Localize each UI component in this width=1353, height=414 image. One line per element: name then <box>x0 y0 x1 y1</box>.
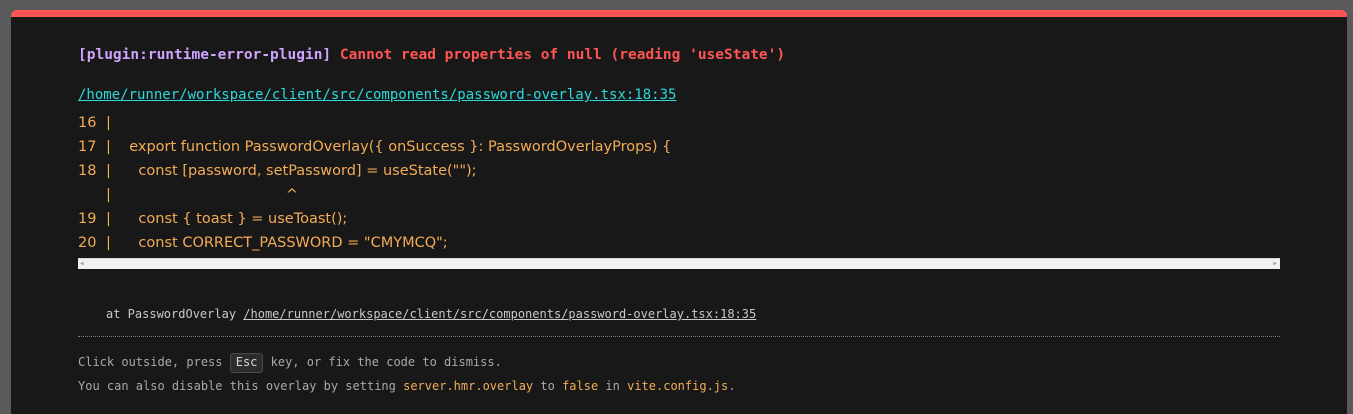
tip-text: in <box>598 379 628 393</box>
code-text: const CORRECT_PASSWORD = "CMYMCQ"; <box>120 235 448 251</box>
line-number: 19 <box>78 211 97 227</box>
plugin-name: [plugin:runtime-error-plugin] <box>78 47 332 63</box>
gutter-bar: | <box>106 235 111 251</box>
code-frame-line: 19 | const { toast } = useToast(); <box>78 207 347 231</box>
config-file: vite.config.js <box>627 379 729 393</box>
gutter-bar: | <box>106 187 111 203</box>
code-text: const { toast } = useToast(); <box>120 211 348 227</box>
error-message: [plugin:runtime-error-plugin] Cannot rea… <box>78 47 785 63</box>
gutter-bar: | <box>106 163 111 179</box>
tip-text: . <box>728 379 736 393</box>
code-frame-horizontal-scrollbar[interactable]: ◀ ▶ <box>78 258 1280 269</box>
error-overlay-window: [plugin:runtime-error-plugin] Cannot rea… <box>11 10 1347 414</box>
stack-file-link[interactable]: /home/runner/workspace/client/src/compon… <box>243 307 756 321</box>
stack-prefix: at PasswordOverlay <box>106 307 244 321</box>
caret-marker: ^ <box>120 187 299 203</box>
tip-text: to <box>533 379 563 393</box>
disable-overlay-tip: You can also disable this overlay by set… <box>78 379 735 393</box>
error-text: Cannot read properties of null (reading … <box>339 47 786 63</box>
scroll-left-arrow-icon[interactable]: ◀ <box>80 260 84 268</box>
code-frame: 16 | 17 | export function PasswordOverlay(… <box>78 111 1280 257</box>
gutter-bar: | <box>106 115 111 131</box>
line-number: 18 <box>78 163 97 179</box>
code-frame-line: 18 | const [password, setPassword] = useS… <box>78 159 477 183</box>
gutter-bar: | <box>106 211 111 227</box>
error-file-link[interactable]: /home/runner/workspace/client/src/compon… <box>78 87 676 103</box>
line-number: 16 <box>78 115 97 131</box>
config-value: false <box>562 379 599 393</box>
esc-key: Esc <box>229 353 264 373</box>
code-text: export function PasswordOverlay({ onSucc… <box>120 139 672 155</box>
code-frame-line: 20 | const CORRECT_PASSWORD = "CMYMCQ"; <box>78 231 448 255</box>
line-number: 20 <box>78 235 97 251</box>
code-frame-line: 17 | export function PasswordOverlay({ on… <box>78 135 671 159</box>
code-frame-line: 16 | <box>78 111 120 135</box>
code-frame-caret-line: | ^ <box>78 183 298 207</box>
gutter-bar: | <box>106 139 111 155</box>
tip-text: You can also disable this overlay by set… <box>78 379 404 393</box>
scroll-right-arrow-icon[interactable]: ▶ <box>1273 260 1277 268</box>
line-number: 17 <box>78 139 97 155</box>
dismiss-tip: Click outside, press Esc key, or fix the… <box>78 353 502 373</box>
stack-trace: at PasswordOverlay /home/runner/workspac… <box>106 307 756 321</box>
config-setting: server.hmr.overlay <box>403 379 534 393</box>
tip-text: Click outside, press <box>78 355 230 369</box>
dotted-divider <box>78 336 1280 337</box>
code-text: const [password, setPassword] = useState… <box>120 163 477 179</box>
tip-text: key, or fix the code to dismiss. <box>263 355 502 369</box>
